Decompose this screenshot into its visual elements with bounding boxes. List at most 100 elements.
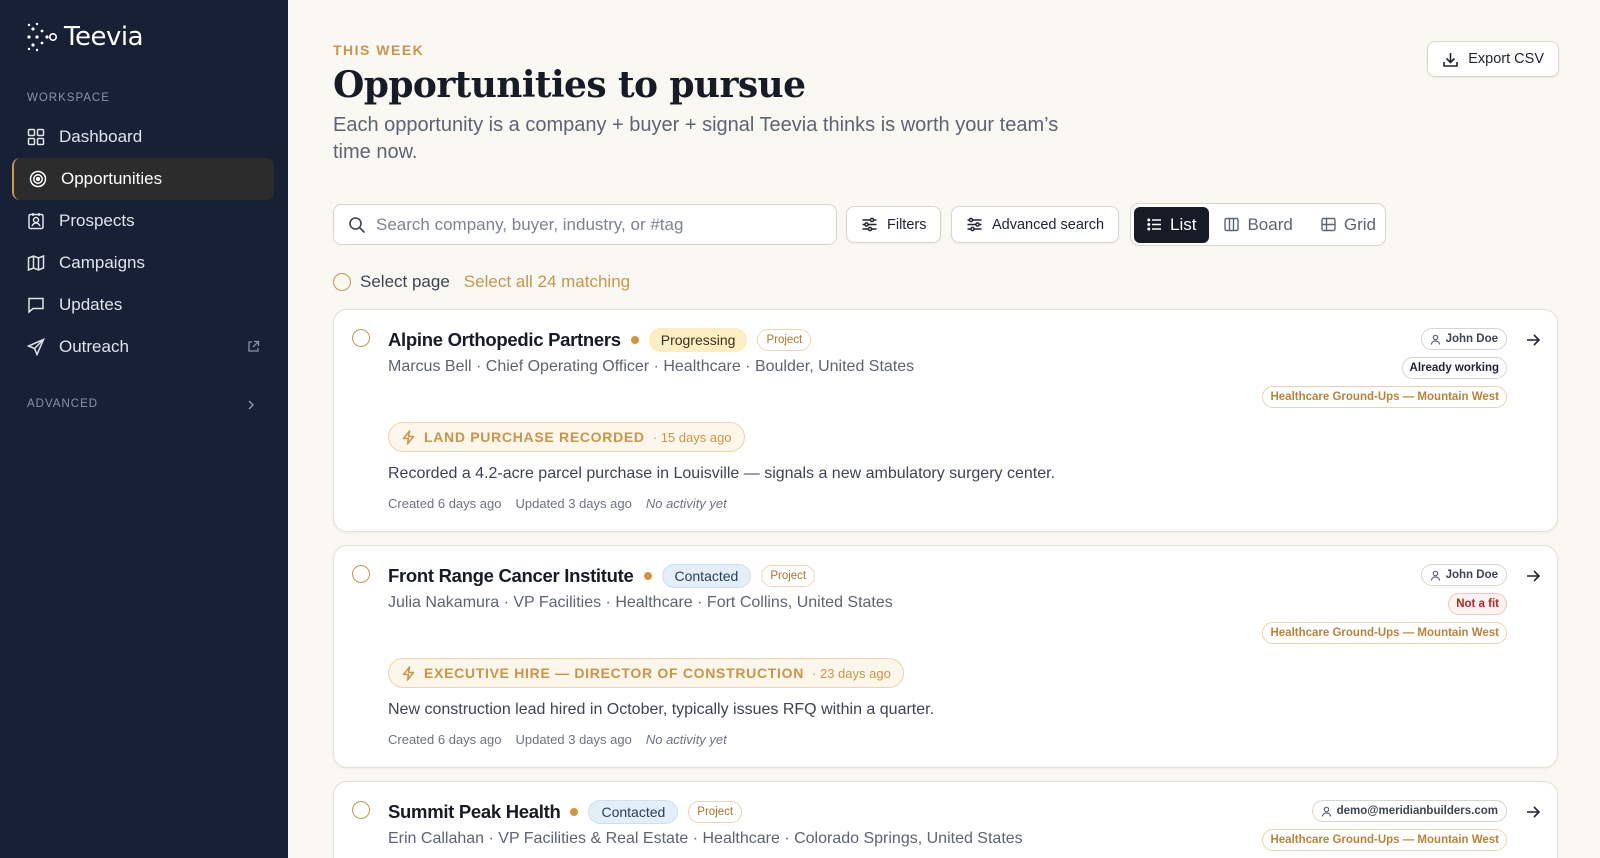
segment-chip[interactable]: Healthcare Ground-Ups — Mountain West <box>1262 622 1507 644</box>
owner-chip[interactable]: John Doe <box>1420 564 1507 586</box>
owner-chip[interactable]: demo@meridianbuilders.com <box>1311 800 1507 822</box>
sidebar-item-label: Prospects <box>59 211 135 230</box>
map-icon <box>27 254 45 272</box>
activity-status: No activity yet <box>645 496 727 511</box>
activity-status: No activity yet <box>645 732 727 747</box>
target-icon <box>29 170 47 188</box>
opportunity-select-checkbox[interactable] <box>352 565 370 583</box>
brand-logo[interactable]: Teevia <box>24 20 144 54</box>
user-icon <box>1321 806 1331 817</box>
sidebar-item-label: Campaigns <box>59 253 145 272</box>
signal-badge: EXECUTIVE HIRE — DIRECTOR OF CONSTRUCTIO… <box>388 658 904 688</box>
sidebar-item-label: Updates <box>59 295 123 314</box>
sidebar-nav: Dashboard Opportunities Prospects Campai… <box>12 116 274 368</box>
view-grid-tab[interactable]: Grid <box>1308 207 1389 243</box>
segment-chip[interactable]: Healthcare Ground-Ups — Mountain West <box>1262 829 1507 851</box>
export-csv-label: Export CSV <box>1468 51 1544 67</box>
priority-dot <box>643 572 652 580</box>
owner-chip[interactable]: John Doe <box>1420 328 1507 350</box>
sidebar-item-campaigns[interactable]: Campaigns <box>12 242 274 284</box>
signal-badge: LAND PURCHASE RECORDED · 15 days ago <box>388 422 745 452</box>
priority-dot <box>570 808 579 816</box>
arrow-right-icon[interactable] <box>1525 332 1541 348</box>
advanced-search-label: Advanced search <box>992 216 1105 233</box>
select-page-label[interactable]: Select page <box>360 272 450 292</box>
send-icon <box>27 338 45 356</box>
opportunity-card[interactable]: Summit Peak Health Contacted Project Eri… <box>333 781 1558 858</box>
dashboard-icon <box>27 128 45 146</box>
select-page-checkbox[interactable] <box>333 273 351 291</box>
company-name[interactable]: Alpine Orthopedic Partners <box>388 329 621 351</box>
status-badge[interactable]: Contacted <box>661 564 752 588</box>
signal-age: · 15 days ago <box>652 429 732 445</box>
page-eyebrow: THIS WEEK <box>333 42 425 58</box>
view-board-tab[interactable]: Board <box>1211 207 1305 243</box>
project-tag: Project <box>688 801 743 823</box>
card-footer: Created 6 days ago Updated 3 days ago No… <box>388 732 727 747</box>
lightning-icon <box>402 429 415 445</box>
sidebar-item-label: Dashboard <box>59 127 143 146</box>
project-tag: Project <box>757 329 812 351</box>
sidebar-item-prospects[interactable]: Prospects <box>12 200 274 242</box>
card-right-meta: demo@meridianbuilders.com Healthcare Gro… <box>1262 800 1507 851</box>
signal-description: New construction lead hired in October, … <box>388 701 935 718</box>
card-footer: Created 6 days ago Updated 3 days ago No… <box>388 496 727 511</box>
page-subtitle: Each opportunity is a company + buyer + … <box>333 114 1059 163</box>
segment-chip[interactable]: Healthcare Ground-Ups — Mountain West <box>1262 386 1507 408</box>
export-csv-button[interactable]: Export CSV <box>1427 41 1559 77</box>
view-toggle: List Board Grid <box>1130 203 1386 246</box>
buyer-meta: Marcus Bell · Chief Operating Officer · … <box>388 358 915 375</box>
chevron-right-icon[interactable] <box>246 399 256 411</box>
created-date: Created 6 days ago <box>388 732 502 747</box>
company-name[interactable]: Front Range Cancer Institute <box>388 565 634 587</box>
filters-label: Filters <box>887 216 927 233</box>
filters-button[interactable]: Filters <box>846 206 942 243</box>
view-list-tab[interactable]: List <box>1134 206 1210 243</box>
advanced-section-label[interactable]: ADVANCED <box>27 398 98 410</box>
board-icon <box>1224 217 1240 232</box>
company-name[interactable]: Summit Peak Health <box>388 801 561 823</box>
owner-name: demo@meridianbuilders.com <box>1336 805 1498 817</box>
sidebar-item-outreach[interactable]: Outreach <box>12 326 274 368</box>
user-icon <box>1430 334 1440 345</box>
arrow-right-icon[interactable] <box>1525 804 1541 820</box>
owner-name: John Doe <box>1445 569 1498 581</box>
select-all-link[interactable]: Select all 24 matching <box>464 272 630 292</box>
status-badge[interactable]: Contacted <box>588 800 679 824</box>
search-bar[interactable] <box>333 204 837 245</box>
updated-date: Updated 3 days ago <box>515 496 632 511</box>
sidebar-item-dashboard[interactable]: Dashboard <box>12 116 274 158</box>
account-status-chip[interactable]: Already working <box>1401 357 1507 379</box>
card-right-meta: John Doe Already working Healthcare Grou… <box>1262 328 1507 408</box>
signal-age: · 23 days ago <box>812 665 891 681</box>
sidebar-item-updates[interactable]: Updates <box>12 284 274 326</box>
grid-icon <box>1321 217 1336 232</box>
status-badge[interactable]: Progressing <box>648 328 748 352</box>
signal-description: Recorded a 4.2-acre parcel purchase in L… <box>388 465 1056 482</box>
opportunity-select-checkbox[interactable] <box>352 801 370 819</box>
arrow-right-icon[interactable] <box>1525 568 1541 584</box>
account-status-chip[interactable]: Not a fit <box>1448 593 1507 615</box>
main-content: THIS WEEK Opportunities to pursue Each o… <box>288 0 1600 858</box>
page-title: Opportunities to pursue <box>333 64 806 106</box>
sliders-icon <box>862 217 877 232</box>
sidebar-item-opportunities[interactable]: Opportunities <box>12 158 274 200</box>
opportunity-card[interactable]: Alpine Orthopedic Partners Progressing P… <box>333 309 1558 532</box>
message-icon <box>28 297 44 314</box>
signal-label: EXECUTIVE HIRE — DIRECTOR OF CONSTRUCTIO… <box>424 665 805 681</box>
sidebar: Teevia WORKSPACE Dashboard Opportunities… <box>0 0 288 858</box>
created-date: Created 6 days ago <box>388 496 502 511</box>
search-input[interactable] <box>376 214 816 235</box>
sidebar-item-label: Opportunities <box>61 169 163 188</box>
sidebar-item-label: Outreach <box>59 337 129 356</box>
teevia-logo-icon <box>27 22 57 52</box>
opportunity-select-checkbox[interactable] <box>352 329 370 347</box>
lightning-icon <box>402 665 415 681</box>
workspace-section-label: WORKSPACE <box>27 92 110 104</box>
priority-dot <box>630 336 639 344</box>
view-list-label: List <box>1170 214 1197 234</box>
signal-label: LAND PURCHASE RECORDED <box>424 429 645 445</box>
opportunity-card[interactable]: Front Range Cancer Institute Contacted P… <box>333 545 1558 768</box>
advanced-search-button[interactable]: Advanced search <box>951 206 1120 243</box>
view-grid-label: Grid <box>1343 214 1376 234</box>
